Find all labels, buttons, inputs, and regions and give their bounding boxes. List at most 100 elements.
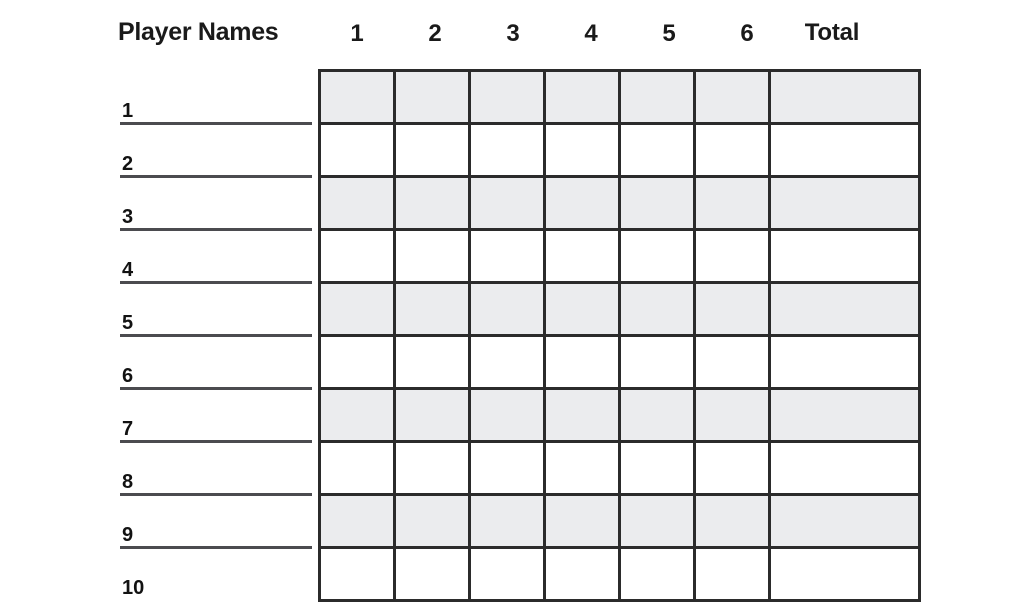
- score-row: [321, 231, 918, 284]
- score-cell[interactable]: [696, 496, 771, 546]
- score-cell[interactable]: [396, 390, 471, 440]
- total-cell[interactable]: [771, 443, 918, 493]
- score-cell[interactable]: [546, 125, 621, 175]
- score-row: [321, 443, 918, 496]
- player-row-number: 9: [122, 524, 134, 546]
- score-cell[interactable]: [396, 337, 471, 387]
- score-cell[interactable]: [396, 443, 471, 493]
- score-cell[interactable]: [471, 337, 546, 387]
- score-cell[interactable]: [546, 337, 621, 387]
- total-cell[interactable]: [771, 496, 918, 546]
- score-cell[interactable]: [621, 443, 696, 493]
- player-name-row[interactable]: 8: [120, 443, 312, 496]
- score-cell[interactable]: [471, 390, 546, 440]
- score-cell[interactable]: [321, 284, 396, 334]
- player-row-number: 8: [122, 471, 134, 493]
- score-cell[interactable]: [396, 72, 471, 122]
- score-cell[interactable]: [621, 549, 696, 599]
- total-cell[interactable]: [771, 178, 918, 228]
- score-cell[interactable]: [321, 549, 396, 599]
- score-cell[interactable]: [546, 549, 621, 599]
- player-name-row[interactable]: 9: [120, 496, 312, 549]
- score-cell[interactable]: [321, 231, 396, 281]
- score-cell[interactable]: [471, 125, 546, 175]
- total-cell[interactable]: [771, 390, 918, 440]
- score-cell[interactable]: [621, 72, 696, 122]
- score-cell[interactable]: [321, 72, 396, 122]
- score-cell[interactable]: [471, 549, 546, 599]
- score-cell[interactable]: [471, 231, 546, 281]
- player-name-row[interactable]: 10: [120, 549, 312, 602]
- score-cell[interactable]: [621, 178, 696, 228]
- score-row: [321, 390, 918, 443]
- player-name-row[interactable]: 7: [120, 390, 312, 443]
- player-row-number: 10: [122, 577, 145, 599]
- score-cell[interactable]: [396, 496, 471, 546]
- score-cell[interactable]: [546, 496, 621, 546]
- score-cell[interactable]: [696, 72, 771, 122]
- total-cell[interactable]: [771, 549, 918, 599]
- score-cell[interactable]: [696, 125, 771, 175]
- total-cell[interactable]: [771, 125, 918, 175]
- player-name-row[interactable]: 3: [120, 178, 312, 231]
- score-cell[interactable]: [546, 72, 621, 122]
- total-cell[interactable]: [771, 284, 918, 334]
- score-cell[interactable]: [546, 231, 621, 281]
- score-cell[interactable]: [321, 178, 396, 228]
- score-grid: [318, 69, 921, 602]
- score-cell[interactable]: [321, 390, 396, 440]
- score-cell[interactable]: [321, 443, 396, 493]
- player-name-column: 1 2 3 4 5 6 7 8 9 10: [0, 0, 318, 600]
- total-cell[interactable]: [771, 72, 918, 122]
- player-row-number: 5: [122, 312, 134, 334]
- score-cell[interactable]: [696, 284, 771, 334]
- score-cell[interactable]: [621, 231, 696, 281]
- score-cell[interactable]: [696, 549, 771, 599]
- player-row-number: 3: [122, 206, 134, 228]
- player-name-row[interactable]: 6: [120, 337, 312, 390]
- score-cell[interactable]: [696, 178, 771, 228]
- score-cell[interactable]: [321, 337, 396, 387]
- score-cell[interactable]: [471, 284, 546, 334]
- score-row: [321, 284, 918, 337]
- total-cell[interactable]: [771, 337, 918, 387]
- total-header: Total: [804, 19, 860, 46]
- score-cell[interactable]: [321, 496, 396, 546]
- score-cell[interactable]: [696, 390, 771, 440]
- player-name-row[interactable]: 5: [120, 284, 312, 337]
- score-cell[interactable]: [396, 178, 471, 228]
- score-cell[interactable]: [621, 496, 696, 546]
- player-name-row[interactable]: 4: [120, 231, 312, 284]
- score-cell[interactable]: [696, 231, 771, 281]
- score-cell[interactable]: [471, 443, 546, 493]
- score-cell[interactable]: [546, 284, 621, 334]
- score-cell[interactable]: [546, 443, 621, 493]
- score-cell[interactable]: [396, 231, 471, 281]
- round-header-1: 1: [350, 20, 364, 47]
- player-row-number: 6: [122, 365, 134, 387]
- round-header-4: 4: [584, 20, 598, 47]
- player-row-number: 4: [122, 259, 134, 281]
- score-cell[interactable]: [621, 337, 696, 387]
- score-cell[interactable]: [321, 125, 396, 175]
- round-header-5: 5: [662, 20, 676, 47]
- score-cell[interactable]: [396, 284, 471, 334]
- score-cell[interactable]: [621, 284, 696, 334]
- player-name-row[interactable]: 2: [120, 125, 312, 178]
- score-cell[interactable]: [396, 549, 471, 599]
- score-cell[interactable]: [696, 443, 771, 493]
- score-cell[interactable]: [471, 72, 546, 122]
- score-cell[interactable]: [471, 496, 546, 546]
- score-cell[interactable]: [546, 390, 621, 440]
- score-row: [321, 125, 918, 178]
- round-header-3: 3: [506, 20, 520, 47]
- score-cell[interactable]: [396, 125, 471, 175]
- score-cell[interactable]: [621, 125, 696, 175]
- total-cell[interactable]: [771, 231, 918, 281]
- score-cell[interactable]: [696, 337, 771, 387]
- score-cell[interactable]: [546, 178, 621, 228]
- score-cell[interactable]: [471, 178, 546, 228]
- score-row: [321, 337, 918, 390]
- score-cell[interactable]: [621, 390, 696, 440]
- player-name-row[interactable]: 1: [120, 72, 312, 125]
